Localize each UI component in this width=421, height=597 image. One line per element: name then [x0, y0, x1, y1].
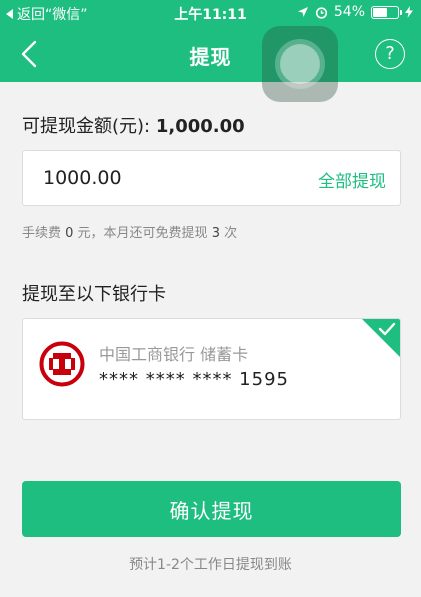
question-circle-icon: ?	[385, 43, 395, 64]
charging-bolt-icon	[405, 6, 413, 18]
battery-percent: 54%	[333, 4, 365, 20]
arrival-estimate: 预计1-2个工作日提现到账	[129, 557, 292, 573]
available-amount-label: 可提现金额(元): 1,000.00	[22, 112, 245, 138]
alarm-clock-icon	[315, 6, 327, 19]
available-amount-value: 1,000.00	[155, 116, 245, 137]
bank-card-option[interactable]: 中国工商银行 储蓄卡 **** **** **** 1595	[22, 318, 401, 420]
icbc-logo-icon	[39, 341, 85, 387]
confirm-withdraw-button[interactable]: 确认提现	[22, 481, 401, 537]
checkmark-icon	[378, 322, 396, 336]
nav-bar: 提现 ?	[0, 26, 421, 102]
battery-icon	[371, 5, 402, 19]
withdraw-all-link[interactable]: 全部提现	[318, 167, 386, 192]
card-section-title: 提现至以下银行卡	[22, 284, 166, 305]
card-number: **** **** **** 1595	[99, 369, 289, 390]
amount-input-box: 全部提现	[22, 150, 401, 206]
page-title: 提现	[189, 45, 232, 69]
free-count: 3	[211, 226, 220, 241]
status-indicators: 54%	[297, 4, 413, 20]
fee-note: 手续费 0 元，本月还可免费提现 3 次	[22, 222, 237, 241]
assistive-touch-button[interactable]	[262, 26, 338, 102]
help-button[interactable]: ?	[375, 39, 405, 69]
fee-suffix: 次	[219, 226, 238, 241]
bank-name: 中国工商银行 储蓄卡	[99, 345, 249, 364]
location-arrow-icon	[297, 7, 308, 17]
status-bar: 返回“微信” 上午11:11 54%	[0, 0, 421, 26]
fee-middle: 元，本月还可免费提现	[73, 226, 212, 241]
amount-input[interactable]	[43, 151, 293, 205]
available-amount-prefix: 可提现金额(元):	[22, 116, 156, 137]
fee-prefix: 手续费	[22, 226, 66, 241]
